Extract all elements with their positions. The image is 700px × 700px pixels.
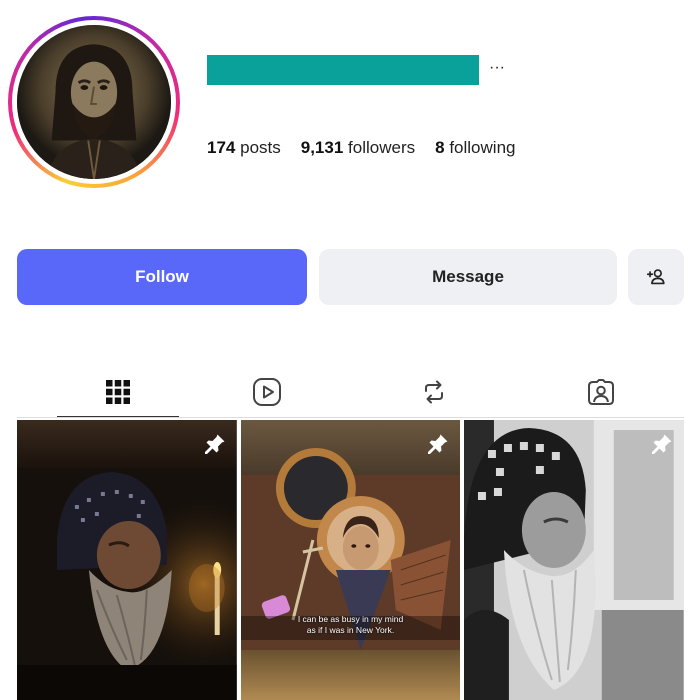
- more-options-button[interactable]: ···: [489, 58, 505, 78]
- tab-tagged[interactable]: [571, 366, 631, 418]
- posts-grid: I can be as busy in my mind as if I was …: [17, 420, 685, 700]
- followers-label: followers: [348, 138, 416, 157]
- reposts-icon: [425, 380, 443, 404]
- post-2-image: [240, 420, 461, 700]
- follow-button[interactable]: Follow: [17, 249, 307, 305]
- following-stat[interactable]: 8 following: [435, 138, 515, 158]
- post-2-caption: I can be as busy in my mind as if I was …: [241, 614, 461, 636]
- post-3-image: [464, 420, 685, 700]
- post-1-image: [17, 420, 237, 700]
- avatar-gap: [12, 20, 176, 184]
- tabs-divider: [17, 417, 684, 418]
- profile-avatar-ring[interactable]: [8, 16, 180, 188]
- post-2-caption-line-1: I can be as busy in my mind: [297, 614, 404, 624]
- post-thumbnail-2[interactable]: I can be as busy in my mind as if I was …: [240, 420, 461, 700]
- username-redacted: [207, 55, 479, 85]
- byzantine-icon-avatar: [17, 25, 171, 179]
- posts-label: posts: [240, 138, 281, 157]
- tab-reposts[interactable]: [404, 366, 464, 418]
- followers-count: 9,131: [300, 138, 344, 157]
- post-thumbnail-3[interactable]: [464, 420, 685, 700]
- add-person-icon: [646, 269, 665, 285]
- suggested-accounts-button[interactable]: [628, 249, 684, 305]
- grid-icon: [106, 380, 130, 404]
- post-thumbnail-1[interactable]: [17, 420, 237, 700]
- posts-count: 174: [207, 138, 236, 157]
- following-count: 8: [435, 138, 445, 157]
- pin-icon: [652, 434, 672, 454]
- reels-icon: [253, 378, 281, 406]
- following-label: following: [449, 138, 516, 157]
- tagged-icon: [588, 379, 614, 405]
- profile-stats: 174 posts 9,131 followers 8 following: [207, 138, 515, 158]
- post-2-caption-line-2: as if I was in New York.: [306, 625, 395, 635]
- profile-tabs: [17, 366, 684, 418]
- posts-stat: 174 posts: [207, 138, 281, 158]
- pin-icon: [428, 434, 448, 454]
- pin-icon: [204, 434, 225, 454]
- tab-posts[interactable]: [57, 366, 179, 418]
- message-button[interactable]: Message: [319, 249, 617, 305]
- followers-stat[interactable]: 9,131 followers: [301, 138, 415, 158]
- tab-reels[interactable]: [237, 366, 297, 418]
- avatar: [17, 25, 171, 179]
